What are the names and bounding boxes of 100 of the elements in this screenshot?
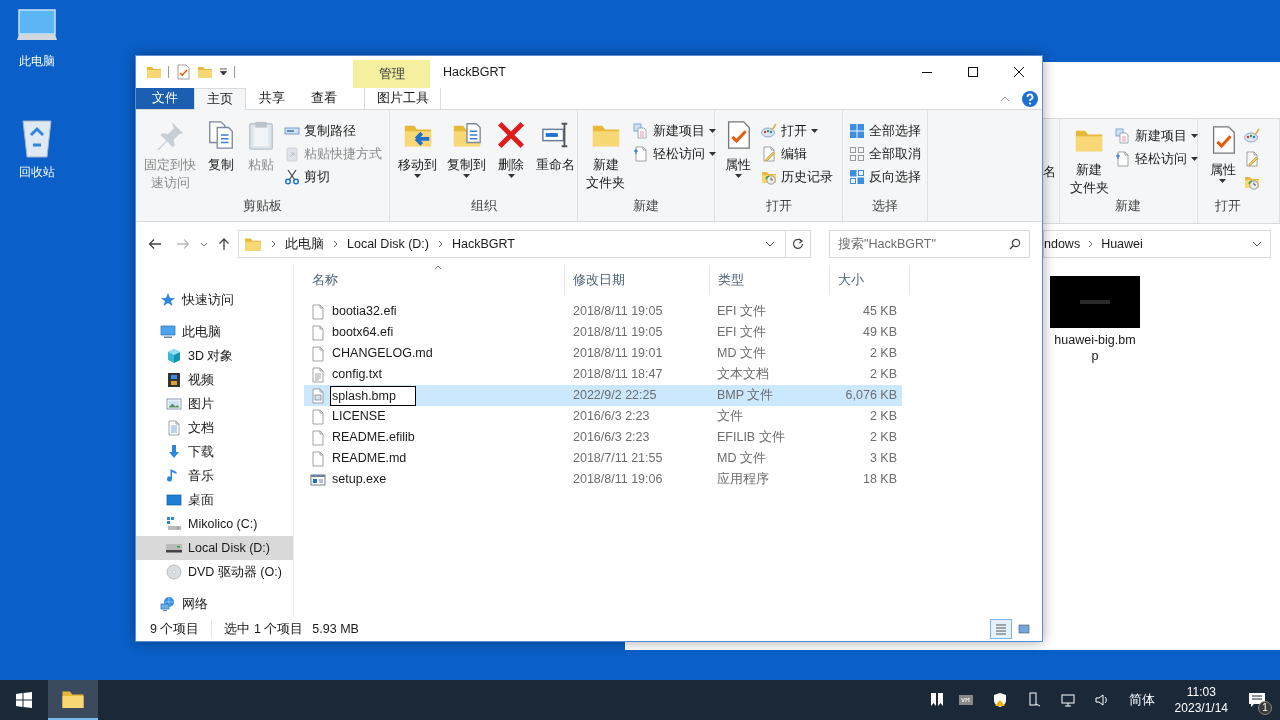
file-row[interactable]: CHANGELOG.md 2018/8/11 19:01 MD 文件 2 KB	[304, 343, 902, 364]
ribbon-tab[interactable]: 共享	[246, 88, 298, 109]
nav-item[interactable]: 快速访问	[136, 288, 293, 312]
ribbon-tab[interactable]: 主页	[194, 88, 246, 110]
ribbon-button[interactable]: 重命名	[532, 118, 579, 197]
file-row[interactable]: LICENSE 2016/6/3 2:23 文件 2 KB	[304, 406, 902, 427]
table-cell-text: 3 KB	[868, 450, 898, 468]
table-cell-text: EFI 文件	[716, 324, 767, 342]
table-cell-text: 18 KB	[861, 471, 898, 489]
cube-icon	[166, 348, 182, 364]
ribbon-button[interactable]: 全部取消	[849, 143, 921, 165]
nav-item[interactable]: 视频	[136, 368, 293, 392]
group-label: 打开	[1215, 198, 1242, 215]
bookmark-icon[interactable]	[928, 692, 945, 708]
nav-item[interactable]: Local Disk (D:)	[136, 536, 293, 560]
ribbon-button[interactable]: 复制	[202, 118, 240, 197]
nav-item[interactable]: Mikolico (C:)	[136, 512, 293, 536]
file-row[interactable]: setup.exe 2018/8/11 19:06 应用程序 18 KB	[304, 469, 902, 490]
ribbon-button[interactable]: 打开	[761, 120, 833, 142]
ribbon-tab[interactable]: 文件	[136, 88, 194, 109]
address-bar[interactable]: 此电脑 Local Disk (D:) HackBGRT	[238, 230, 786, 258]
nav-item[interactable]: 下载	[136, 440, 293, 464]
nav-item[interactable]: 图片	[136, 392, 293, 416]
file-row[interactable]: bootia32.efi 2018/8/11 19:05 EFI 文件 45 KB	[304, 301, 902, 322]
chevron-down-icon[interactable]	[200, 241, 208, 247]
language-indicator[interactable]: 简体	[1128, 690, 1155, 710]
vm-icon[interactable]	[956, 692, 975, 708]
nav-item[interactable]: 网络	[136, 592, 293, 616]
ribbon-button[interactable]: 剪切	[284, 166, 382, 188]
ribbon-button[interactable]: 新建项目	[633, 120, 716, 142]
nav-item[interactable]: 此电脑	[136, 320, 293, 344]
table-cell-text: 2016/6/3 2:23	[572, 429, 651, 447]
up-arrow-icon[interactable]	[218, 237, 230, 251]
ribbon-tab[interactable]: 查看	[298, 88, 350, 109]
table-cell-text: EFILIB 文件	[716, 429, 786, 447]
clock-icon	[1243, 174, 1260, 190]
table-cell-text: 应用程序	[716, 471, 770, 489]
screen-icon	[166, 492, 182, 508]
ribbon-button[interactable]: 复制到	[443, 118, 490, 197]
ribbon-tab[interactable]: 图片工具	[364, 88, 441, 109]
chevron-down-icon[interactable]	[765, 241, 775, 247]
file-icon	[310, 324, 326, 341]
desktop-shortcut[interactable]: 回收站	[8, 115, 66, 181]
pin-icon	[155, 120, 185, 150]
file-name[interactable]: huawei-big.bmp	[1051, 332, 1139, 364]
ribbon-button[interactable]: 新建 文件夹	[1065, 123, 1113, 197]
file-row[interactable]: bootx64.efi 2018/8/11 19:05 EFI 文件 49 KB	[304, 322, 902, 343]
desktop-shortcut[interactable]: 此电脑	[8, 8, 66, 70]
ribbon-button[interactable]: 编辑	[761, 143, 833, 165]
back-icon[interactable]	[148, 238, 162, 250]
ribbon-button[interactable]: 新建项目	[1114, 125, 1198, 147]
disc-icon	[166, 564, 182, 580]
table-cell-text: 2018/8/11 19:06	[572, 471, 664, 489]
ribbon-button[interactable]: 全部选择	[849, 120, 921, 142]
clock[interactable]: 11:03 2023/1/14	[1174, 684, 1228, 716]
document-icon	[1114, 151, 1131, 167]
group-label: 新建	[633, 198, 659, 215]
group-label: 选择	[872, 198, 898, 215]
ribbon-button[interactable]: 反向选择	[849, 166, 921, 188]
ribbon-button[interactable]: 历史记录	[761, 166, 833, 188]
ribbon-button[interactable]: 轻松访问	[1114, 148, 1198, 170]
monitor-icon[interactable]	[1058, 692, 1077, 708]
chevron-up-icon[interactable]	[1000, 95, 1010, 102]
table-cell-text: 2 KB	[868, 408, 898, 426]
ribbon-button[interactable]: 复制路径	[284, 120, 382, 142]
breadcrumb[interactable]: Huawei	[1101, 234, 1143, 254]
dropdown-icon[interactable]	[219, 68, 228, 76]
taskbar-app[interactable]	[48, 680, 98, 720]
refresh-icon	[792, 238, 804, 250]
ribbon-button[interactable]: 移动到	[394, 118, 441, 197]
refresh-button[interactable]	[786, 230, 811, 258]
column-header[interactable]: 修改日期	[565, 265, 710, 295]
ribbon-button[interactable]: 属性	[1203, 123, 1242, 197]
search-field[interactable]: 搜索"HackBGRT"	[829, 230, 1030, 258]
help-icon[interactable]	[1022, 90, 1038, 107]
down-arrow-icon	[166, 444, 182, 460]
ribbon-button[interactable]: 删除	[492, 118, 530, 197]
breadcrumb[interactable]: Local Disk (D:)	[347, 234, 429, 254]
column-header[interactable]: 类型	[710, 265, 830, 295]
ribbon-button[interactable]: 新建 文件夹	[582, 118, 629, 197]
file-row[interactable]: config.txt 2018/8/11 18:47 文本文档 2 KB	[304, 364, 902, 385]
nav-item[interactable]: 3D 对象	[136, 344, 293, 368]
status-text: 选中 1 个项目	[224, 620, 304, 638]
maximize-icon	[968, 67, 978, 77]
file-row[interactable]: README.efilib 2016/6/3 2:23 EFILIB 文件 2 KB	[304, 427, 902, 448]
nav-item[interactable]: 文档	[136, 416, 293, 440]
ribbon-button[interactable]: 属性	[719, 118, 757, 197]
breadcrumb[interactable]: 此电脑	[285, 234, 324, 254]
ribbon-button[interactable]: 轻松访问	[633, 143, 716, 165]
breadcrumb[interactable]: HackBGRT	[451, 234, 515, 254]
column-header[interactable]: 大小	[830, 265, 910, 295]
breadcrumb[interactable]: ndows	[1044, 234, 1081, 254]
nav-item[interactable]: 音乐	[136, 464, 293, 488]
document-icon	[166, 420, 182, 436]
column-header[interactable]: 名称	[304, 265, 565, 295]
file-row[interactable]: splash.bmp 2022/9/2 22:25 BMP 文件 6,076 KB	[304, 385, 902, 406]
view-toggle[interactable]	[990, 619, 1012, 639]
file-row[interactable]: README.md 2018/7/11 21:55 MD 文件 3 KB	[304, 448, 902, 469]
nav-item[interactable]: DVD 驱动器 (O:)	[136, 560, 293, 584]
nav-item[interactable]: 桌面	[136, 488, 293, 512]
